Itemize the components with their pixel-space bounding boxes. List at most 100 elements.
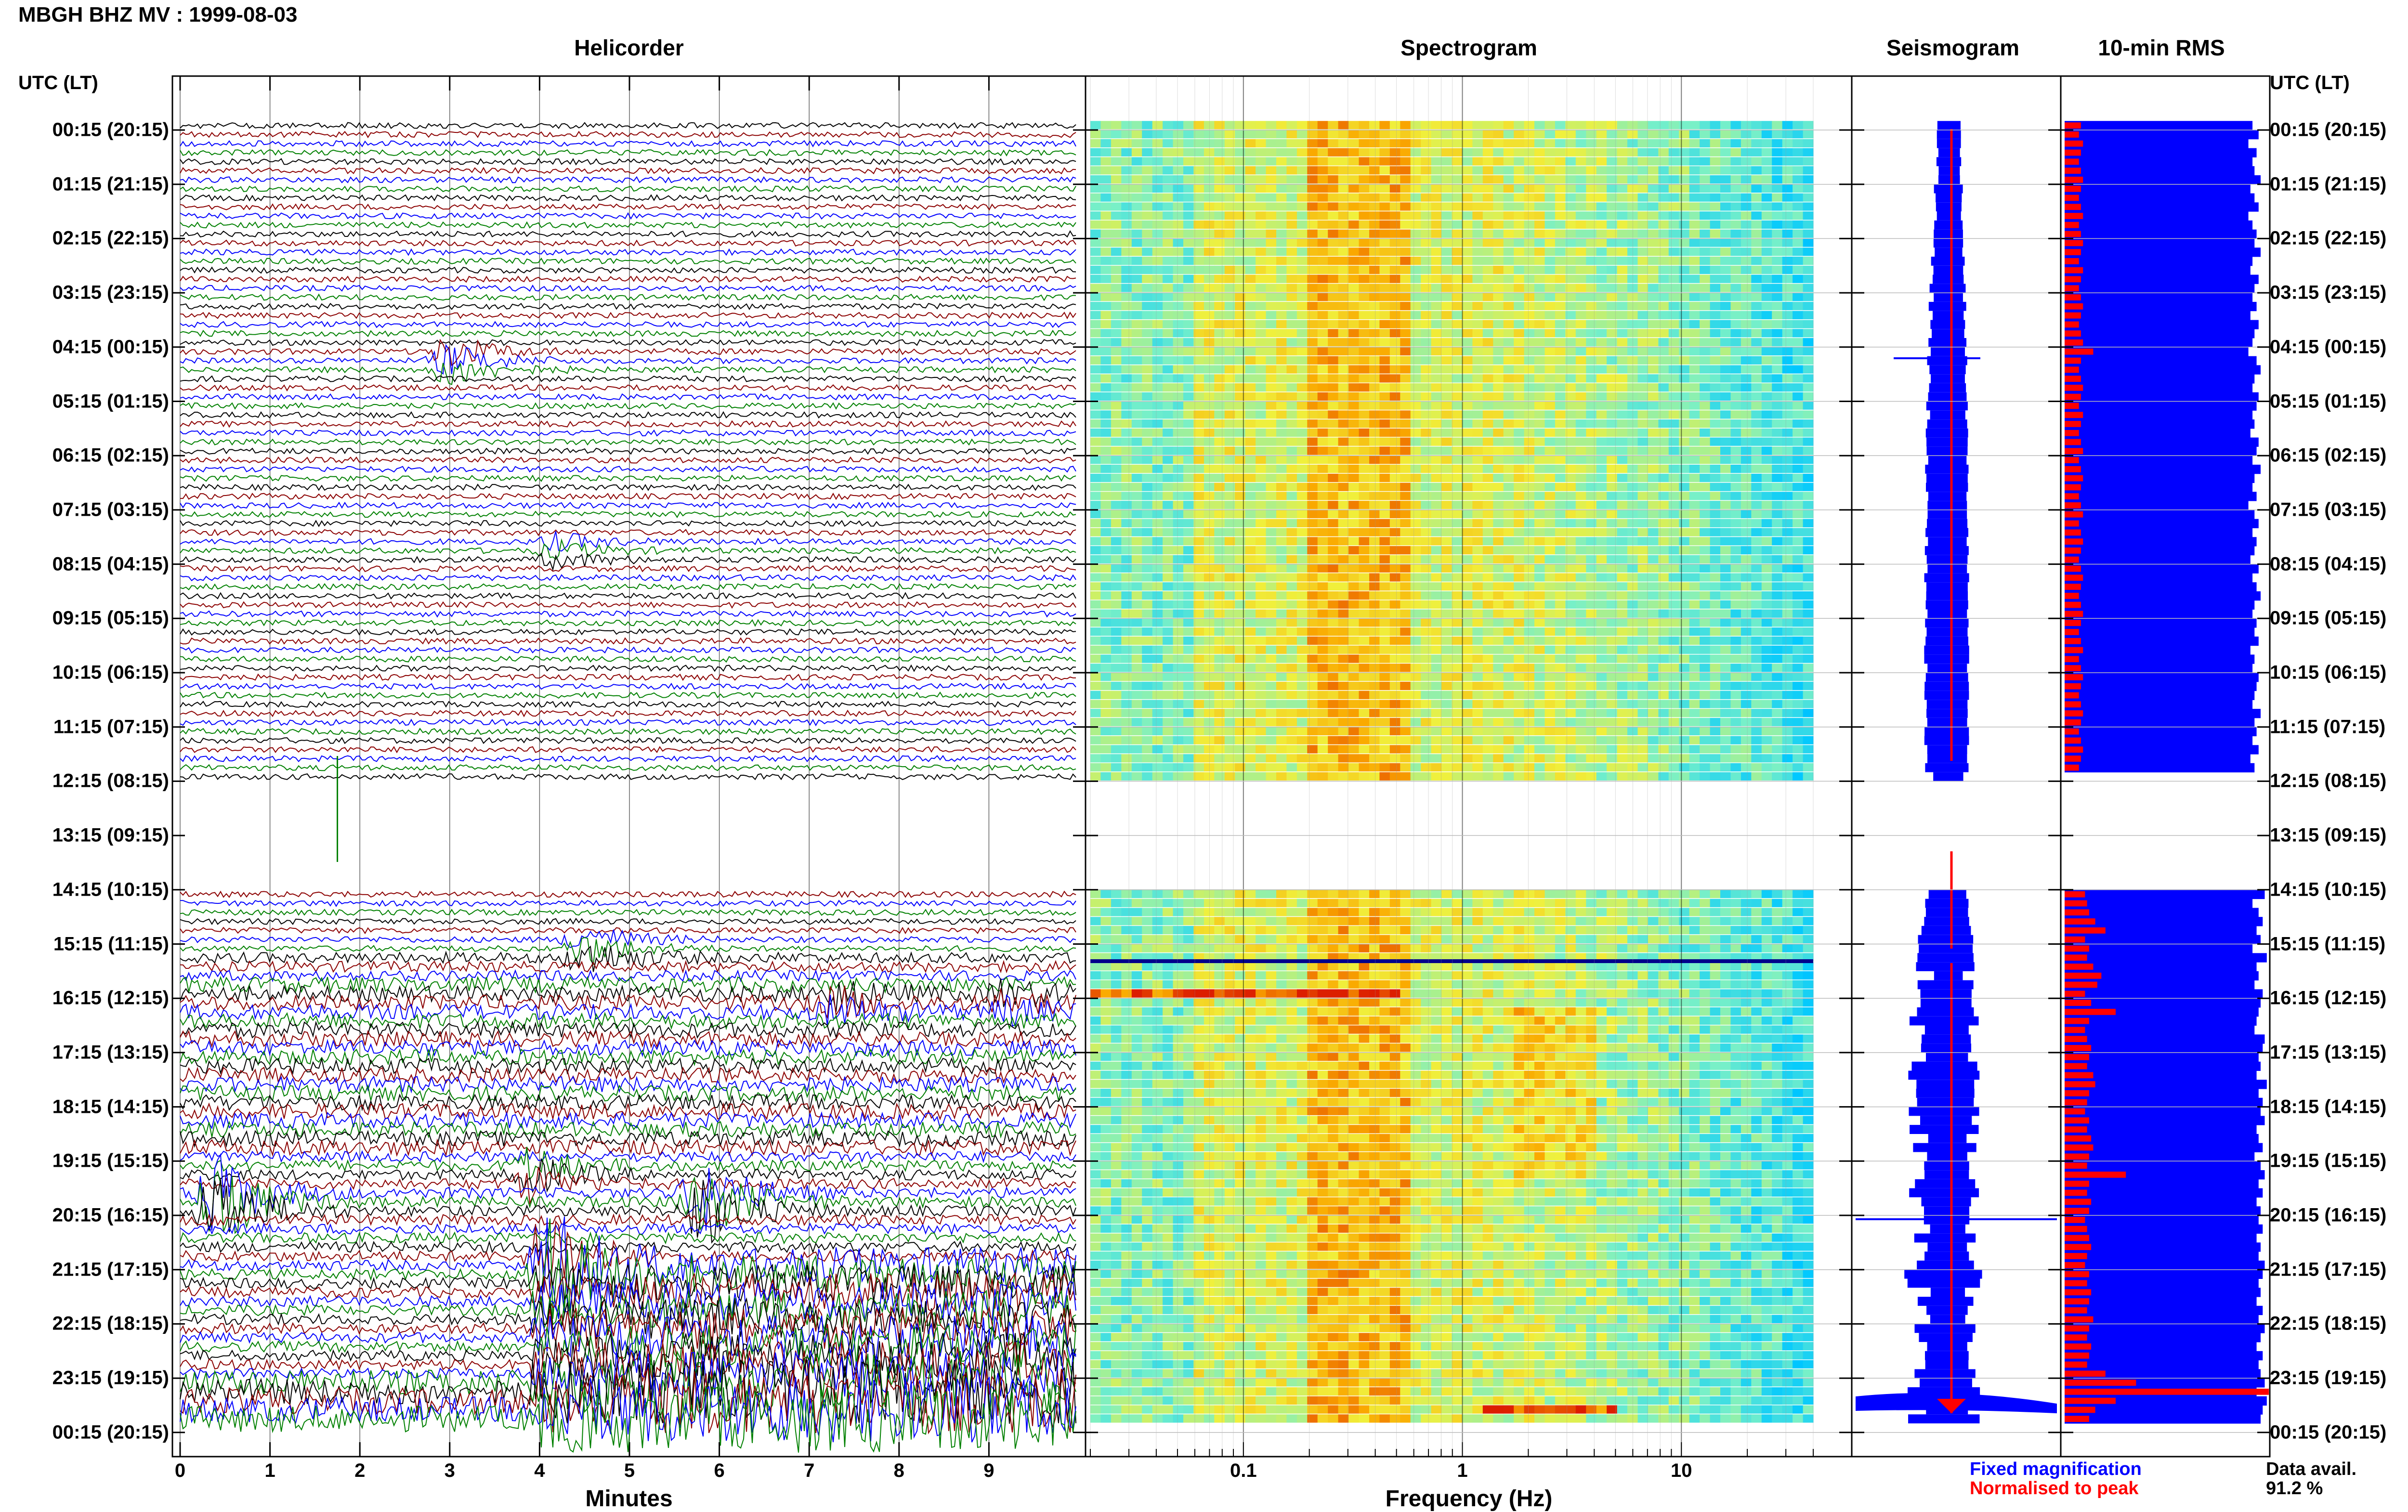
spectrogram-cell: [1793, 492, 1803, 500]
spectrogram-cell: [1586, 646, 1597, 654]
spectrogram-cell: [1534, 600, 1545, 609]
spectrogram-cell: [1328, 157, 1338, 165]
spectrogram-cell: [1152, 709, 1163, 717]
spectrogram-cell: [1700, 718, 1710, 726]
spectrogram-cell: [1256, 392, 1266, 401]
spectrogram-cell: [1348, 302, 1359, 310]
spectrogram-cell: [1307, 446, 1318, 455]
spectrogram-cell: [1762, 275, 1772, 283]
spectrogram-cell: [1782, 121, 1793, 129]
spectrogram-cell: [1679, 591, 1689, 600]
spectrogram-cell: [1090, 618, 1101, 626]
spectrogram-cell: [1338, 519, 1349, 527]
spectrogram-cell: [1090, 627, 1101, 636]
spectrogram-cell: [1276, 383, 1287, 391]
spectrogram-cell: [1700, 211, 1710, 220]
spectrogram-cell: [1421, 618, 1431, 626]
spectrogram-cell: [1741, 221, 1752, 229]
spectrogram-cell: [1534, 438, 1545, 446]
spectrogram-cell: [1411, 582, 1421, 590]
spectrogram-cell: [1266, 402, 1277, 410]
spectrogram-cell: [1720, 446, 1731, 455]
spectrogram-cell: [1411, 528, 1421, 536]
spectrogram-cell: [1276, 194, 1287, 202]
spectrogram-cell: [1504, 519, 1514, 527]
spectrogram-cell: [1266, 637, 1277, 645]
spectrogram-cell: [1183, 374, 1194, 382]
spectrogram-cell: [1121, 483, 1132, 491]
spectrogram-cell: [1462, 438, 1473, 446]
spectrogram-cell: [1483, 202, 1493, 210]
spectrogram-cell: [1163, 736, 1173, 744]
spectrogram-cell: [1338, 564, 1349, 573]
spectrogram-cell: [1803, 121, 1814, 129]
spectrogram-cell: [1245, 519, 1256, 527]
spectrogram-cell: [1152, 356, 1163, 365]
spectrogram-cell: [1390, 591, 1400, 600]
spectrogram-cell: [1452, 446, 1463, 455]
spectrogram-cell: [1286, 736, 1297, 744]
spectrogram-cell: [1193, 627, 1204, 636]
spectrogram-cell: [1235, 528, 1245, 536]
spectrogram-cell: [1586, 446, 1597, 455]
spectrogram-cell: [1411, 338, 1421, 346]
spectrogram-cell: [1793, 582, 1803, 590]
spectrogram-cell: [1493, 465, 1504, 473]
spectrogram-cell: [1782, 402, 1793, 410]
spectrogram-cell: [1411, 311, 1421, 319]
spectrogram-cell: [1545, 230, 1556, 238]
spectrogram-cell: [1679, 157, 1689, 165]
spectrogram-cell: [1183, 446, 1194, 455]
spectrogram-cell: [1452, 338, 1463, 346]
spectrogram-cell: [1142, 257, 1152, 265]
spectrogram-cell: [1710, 356, 1721, 365]
spectrogram-cell: [1431, 184, 1442, 193]
spectrogram-cell: [1111, 673, 1122, 681]
spectrogram-cell: [1617, 266, 1628, 274]
spectrogram-cell: [1379, 564, 1390, 573]
spectrogram-cell: [1183, 564, 1194, 573]
spectrogram-cell: [1793, 664, 1803, 672]
spectrogram-cell: [1359, 139, 1370, 147]
spectrogram-cell: [1452, 175, 1463, 183]
spectrogram-cell: [1111, 528, 1122, 536]
spectrogram-cell: [1483, 456, 1493, 464]
spectrogram-cell: [1390, 582, 1400, 590]
spectrogram-cell: [1720, 591, 1731, 600]
spectrogram-cell: [1731, 691, 1741, 699]
spectrogram-cell: [1307, 709, 1318, 717]
spectrogram-cell: [1163, 646, 1173, 654]
spectrogram-cell: [1638, 654, 1649, 663]
spectrogram-cell: [1452, 402, 1463, 410]
spectrogram-cell: [1142, 573, 1152, 581]
spectrogram-cell: [1483, 646, 1493, 654]
spectrogram-cell: [1245, 501, 1256, 509]
spectrogram-cell: [1369, 673, 1380, 681]
spectrogram-cell: [1100, 456, 1111, 464]
spectrogram-cell: [1597, 257, 1607, 265]
spectrogram-cell: [1359, 546, 1370, 554]
spectrogram-cell: [1597, 338, 1607, 346]
spectrogram-cell: [1431, 718, 1442, 726]
spectrogram-cell: [1132, 700, 1142, 708]
spectrogram-cell: [1183, 139, 1194, 147]
spectrogram-cell: [1132, 673, 1142, 681]
spectrogram-cell: [1390, 519, 1400, 527]
spectrogram-cell: [1214, 148, 1225, 156]
spectrogram-cell: [1493, 591, 1504, 600]
spectrogram-cell: [1504, 392, 1514, 401]
spectrogram-cell: [1793, 266, 1803, 274]
spectrogram-cell: [1524, 311, 1535, 319]
spectrogram-cell: [1173, 700, 1184, 708]
spectrogram-cell: [1400, 194, 1411, 202]
spectrogram-cell: [1648, 275, 1659, 283]
spectrogram-cell: [1421, 275, 1431, 283]
spectrogram-cell: [1338, 591, 1349, 600]
spectrogram-cell: [1472, 709, 1483, 717]
spectrogram-cell: [1555, 519, 1566, 527]
spectrogram-cell: [1235, 637, 1245, 645]
spectrogram-cell: [1369, 266, 1380, 274]
spectrogram-cell: [1762, 627, 1772, 636]
spectrogram-cell: [1493, 130, 1504, 138]
spectrogram-cell: [1090, 573, 1101, 581]
